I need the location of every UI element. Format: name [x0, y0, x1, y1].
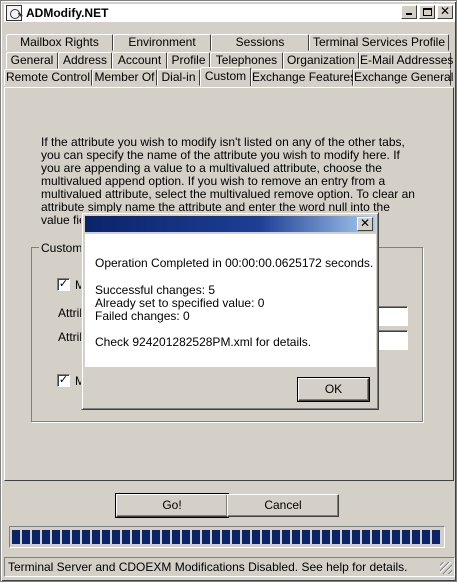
dialog-failed-changes: Failed changes: 0	[95, 309, 190, 323]
dialog-operation-time: Operation Completed in 00:00:00.0625172 …	[95, 256, 374, 270]
progress-segment	[292, 530, 300, 544]
progress-segment	[232, 530, 240, 544]
close-button[interactable]: ✕	[437, 4, 453, 19]
progress-segment	[152, 530, 160, 544]
tab-terminal-services-profile[interactable]: Terminal Services Profile	[309, 34, 449, 51]
progress-segment	[322, 530, 330, 544]
status-bar: Terminal Server and CDOEXM Modifications…	[4, 557, 455, 577]
tab-general[interactable]: General	[6, 52, 58, 69]
close-icon: ✕	[359, 216, 371, 230]
tab-row-3: Remote Control Member Of Dial-in Custom …	[4, 67, 453, 86]
tab-member-of[interactable]: Member Of	[92, 69, 157, 86]
progress-segment	[52, 530, 60, 544]
progress-segment	[82, 530, 90, 544]
minimize-icon	[406, 13, 412, 15]
tab-account[interactable]: Account	[112, 52, 167, 69]
tab-environment[interactable]: Environment	[113, 34, 211, 51]
dialog-message-area: Operation Completed in 00:00:00.0625172 …	[85, 234, 376, 367]
progress-segment	[332, 530, 340, 544]
cancel-button[interactable]: Cancel	[227, 494, 339, 517]
progress-segment	[242, 530, 250, 544]
dialog-already-set: Already set to specified value: 0	[95, 296, 265, 310]
progress-bar	[9, 526, 445, 548]
progress-segment	[422, 530, 430, 544]
tab-address[interactable]: Address	[58, 52, 112, 69]
progress-segment	[262, 530, 270, 544]
multivalued-remove-checkbox[interactable]: ✓	[57, 374, 70, 387]
dialog-successful-changes: Successful changes: 5	[95, 283, 216, 297]
operation-complete-dialog: ✕ Operation Completed in 00:00:00.062517…	[81, 212, 379, 410]
progress-segment	[342, 530, 350, 544]
progress-segment	[102, 530, 110, 544]
progress-segment	[382, 530, 390, 544]
tab-remote-control[interactable]: Remote Control	[4, 69, 92, 86]
progress-segment	[302, 530, 310, 544]
progress-segment	[32, 530, 40, 544]
resize-grip-icon[interactable]	[440, 562, 452, 574]
progress-segment	[312, 530, 320, 544]
progress-segment	[432, 530, 440, 544]
progress-segment	[372, 530, 380, 544]
tab-exchange-general[interactable]: Exchange General	[353, 69, 453, 86]
window-controls: ✕	[399, 4, 453, 19]
progress-segment	[62, 530, 70, 544]
progress-segment	[402, 530, 410, 544]
custom-group-label: Custom	[39, 241, 85, 255]
tab-email-addresses[interactable]: E-Mail Addresses	[359, 52, 453, 69]
progress-segment	[182, 530, 190, 544]
progress-segment	[12, 530, 20, 544]
close-icon: ✕	[439, 4, 451, 18]
progress-segment	[252, 530, 260, 544]
maximize-icon	[423, 8, 432, 16]
progress-segment	[192, 530, 200, 544]
tab-mailbox-rights[interactable]: Mailbox Rights	[6, 34, 113, 51]
progress-segment	[172, 530, 180, 544]
progress-segment	[212, 530, 220, 544]
dialog-title-bar[interactable]: ✕	[85, 216, 375, 232]
progress-segment	[132, 530, 140, 544]
app-magnifier-icon	[6, 5, 22, 21]
progress-segment	[202, 530, 210, 544]
tab-sessions[interactable]: Sessions	[211, 34, 309, 51]
dialog-close-button[interactable]: ✕	[357, 216, 373, 231]
progress-segment	[282, 530, 290, 544]
progress-segment	[352, 530, 360, 544]
title-bar[interactable]: ADModify.NET ✕	[4, 4, 455, 22]
progress-segment	[92, 530, 100, 544]
progress-segment	[362, 530, 370, 544]
progress-segment	[222, 530, 230, 544]
dialog-check-log: Check 924201282528PM.xml for details.	[95, 335, 312, 349]
progress-segment	[392, 530, 400, 544]
progress-segment	[42, 530, 50, 544]
tab-organization[interactable]: Organization	[283, 52, 359, 69]
progress-segment	[272, 530, 280, 544]
progress-segment	[412, 530, 420, 544]
progress-segment	[72, 530, 80, 544]
progress-segment	[122, 530, 130, 544]
status-text: Terminal Server and CDOEXM Modifications…	[8, 560, 408, 574]
progress-segment	[112, 530, 120, 544]
tab-custom[interactable]: Custom	[200, 67, 251, 86]
dialog-ok-button[interactable]: OK	[297, 377, 370, 402]
multivalued-append-checkbox[interactable]: ✓	[57, 278, 70, 291]
window-title: ADModify.NET	[26, 6, 109, 20]
main-window: ADModify.NET ✕ Mailbox Rights Environmen…	[0, 0, 457, 582]
tab-dial-in[interactable]: Dial-in	[157, 69, 200, 86]
tab-row-1: Mailbox Rights Environment Sessions Term…	[6, 34, 449, 51]
tab-exchange-features[interactable]: Exchange Features	[251, 69, 356, 86]
go-button[interactable]: Go!	[115, 493, 229, 518]
progress-segment	[162, 530, 170, 544]
maximize-button[interactable]	[419, 5, 435, 19]
minimize-button[interactable]	[401, 5, 417, 19]
progress-segment	[142, 530, 150, 544]
progress-segment	[22, 530, 30, 544]
